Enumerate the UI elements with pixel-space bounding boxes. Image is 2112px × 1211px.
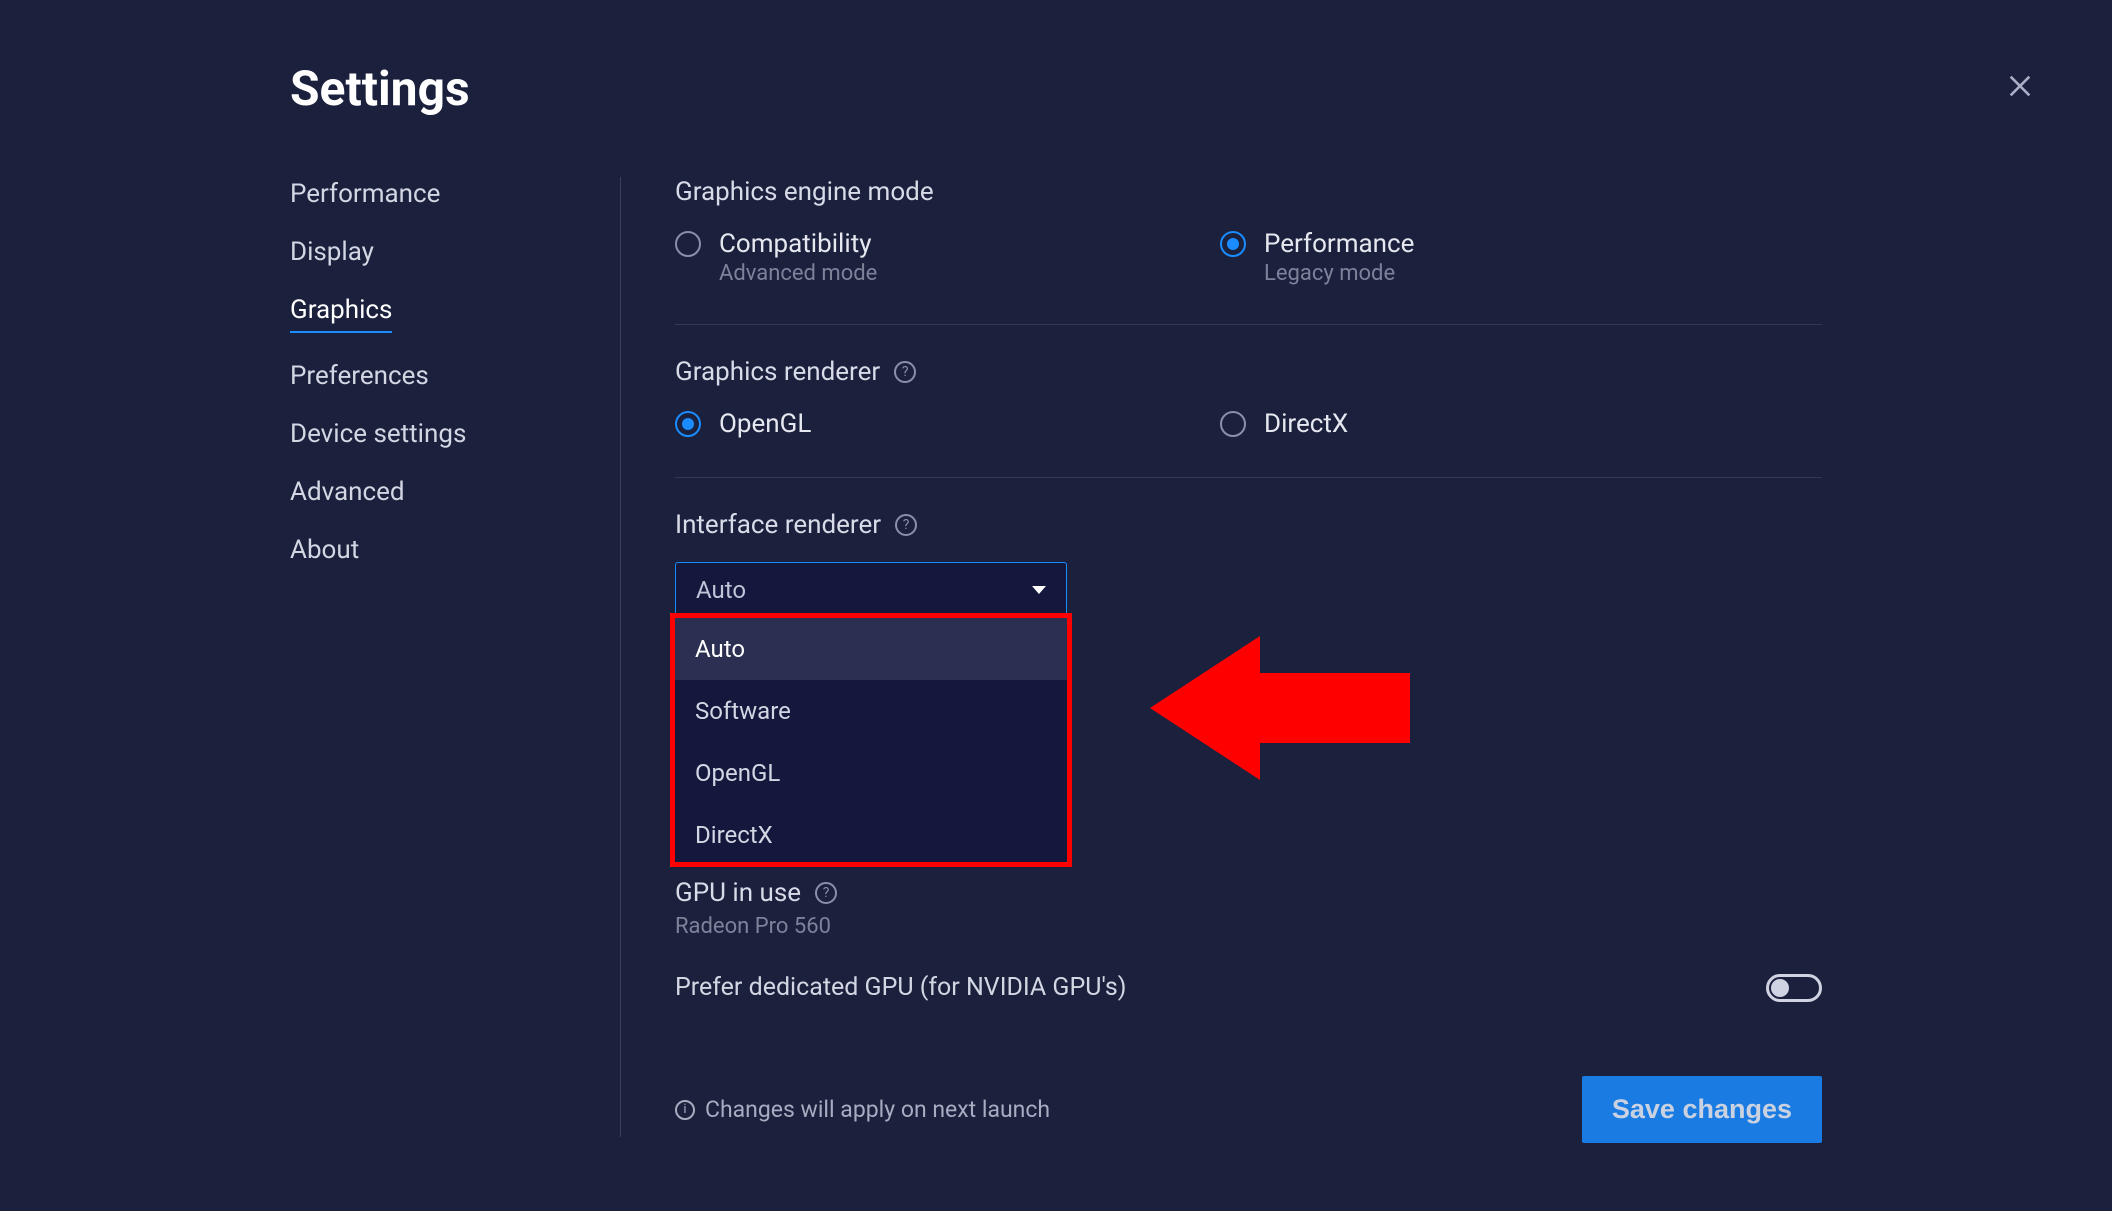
interface-renderer-dropdown[interactable]: Auto [675, 562, 1067, 618]
renderer-directx[interactable]: DirectX [1220, 409, 1765, 439]
vertical-divider [620, 177, 621, 1137]
sidebar-item-device-settings[interactable]: Device settings [290, 419, 620, 449]
settings-panel: Graphics engine mode Compatibility Advan… [675, 171, 1822, 1143]
dropdown-option-opengl[interactable]: OpenGL [675, 742, 1067, 804]
radio-sublabel: Legacy mode [1264, 261, 1414, 286]
engine-mode-label: Graphics engine mode [675, 177, 1822, 207]
dropdown-value: Auto [696, 576, 746, 604]
gpu-value: Radeon Pro 560 [675, 914, 1822, 939]
help-icon[interactable]: ? [894, 361, 916, 383]
radio-label: Performance [1264, 229, 1414, 259]
interface-renderer-label: Interface renderer ? [675, 510, 1822, 540]
sidebar-item-preferences[interactable]: Preferences [290, 361, 620, 391]
dropdown-option-software[interactable]: Software [675, 680, 1067, 742]
apply-notice: i Changes will apply on next launch [675, 1096, 1050, 1123]
help-icon[interactable]: ? [895, 514, 917, 536]
engine-mode-performance[interactable]: Performance Legacy mode [1220, 229, 1765, 286]
radio-icon[interactable] [1220, 411, 1246, 437]
radio-label: DirectX [1264, 409, 1348, 439]
radio-label: OpenGL [719, 409, 811, 439]
divider [675, 324, 1822, 325]
sidebar-item-performance[interactable]: Performance [290, 179, 620, 209]
radio-sublabel: Advanced mode [719, 261, 877, 286]
radio-icon[interactable] [675, 411, 701, 437]
dropdown-option-directx[interactable]: DirectX [675, 804, 1067, 866]
gpu-in-use-label: GPU in use ? [675, 878, 1822, 908]
engine-mode-compatibility[interactable]: Compatibility Advanced mode [675, 229, 1220, 286]
caret-down-icon [1032, 586, 1046, 594]
sidebar-item-advanced[interactable]: Advanced [290, 477, 620, 507]
page-title: Settings [290, 60, 1822, 117]
sidebar-item-about[interactable]: About [290, 535, 620, 565]
radio-icon[interactable] [1220, 231, 1246, 257]
sidebar-item-graphics[interactable]: Graphics [290, 295, 392, 333]
renderer-opengl[interactable]: OpenGL [675, 409, 1220, 439]
close-button[interactable] [2006, 72, 2034, 100]
settings-sidebar: Performance Display Graphics Preferences… [290, 171, 620, 1143]
prefer-dedicated-gpu-toggle[interactable] [1766, 974, 1822, 1002]
info-icon: i [675, 1100, 695, 1120]
radio-label: Compatibility [719, 229, 877, 259]
save-changes-button[interactable]: Save changes [1582, 1076, 1822, 1143]
prefer-dedicated-gpu-label: Prefer dedicated GPU (for NVIDIA GPU's) [675, 973, 1126, 1002]
radio-icon[interactable] [675, 231, 701, 257]
graphics-renderer-label: Graphics renderer ? [675, 357, 1822, 387]
dropdown-option-auto[interactable]: Auto [675, 618, 1067, 680]
help-icon[interactable]: ? [815, 882, 837, 904]
divider [675, 477, 1822, 478]
sidebar-item-display[interactable]: Display [290, 237, 620, 267]
